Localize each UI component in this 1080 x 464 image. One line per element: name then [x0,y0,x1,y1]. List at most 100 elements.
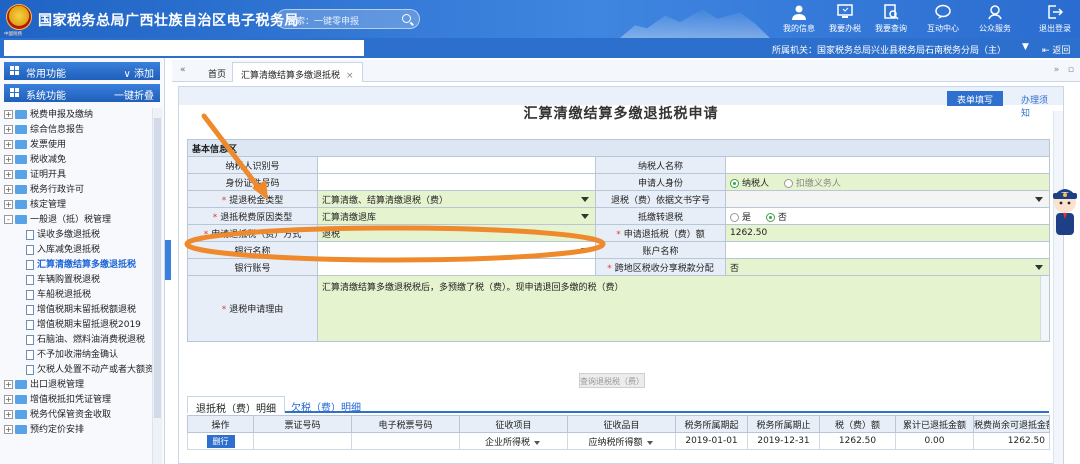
nav-public-service[interactable]: 公众服务 [972,2,1018,36]
common-functions-header[interactable]: 常用功能 ∨ 添加 [4,62,160,80]
sidebar-item[interactable]: + 税务行政许可 [4,183,152,198]
taxpayer-name-field[interactable] [724,156,1051,174]
id-doc-field[interactable] [317,173,596,191]
expand-icon[interactable]: + [4,185,13,194]
delete-row-button[interactable]: 删行 [206,434,235,448]
nav-label: 我的信息 [783,24,815,33]
source-type-select[interactable]: 汇算清缴退库 [317,207,596,225]
expand-icon[interactable]: + [4,170,13,179]
sidebar-item[interactable]: + 发票使用 [4,138,152,153]
folder-icon [15,380,27,389]
document-icon [26,334,34,345]
expand-icon[interactable]: + [4,200,13,209]
bank-name-select[interactable] [317,241,596,259]
content-scrollbar[interactable] [1053,111,1063,464]
sidebar-item[interactable]: 不予加收滞纳金确认 [4,348,152,363]
sub-item-cell[interactable]: 应纳税所得额 [567,432,676,450]
sidebar-item[interactable]: + 增值税抵扣凭证管理 [4,393,152,408]
sidebar-scrollbar[interactable] [152,108,162,464]
nav-label: 我要查询 [875,24,907,33]
query-refund-button[interactable]: 查询退税税（费） [579,373,645,388]
search-input[interactable]: 搜索：一键零申报 [276,9,420,29]
basis-doc-label: 退税（费）依据文书字号 [595,190,726,208]
sidebar-item[interactable]: + 证明开具 [4,168,152,183]
sidebar-item[interactable]: 入库减免退抵税 [4,243,152,258]
cross-region-select[interactable]: 否 [724,258,1051,276]
account-name-field[interactable] [724,241,1051,259]
sidebar-item[interactable]: + 税费申报及缴纳 [4,108,152,123]
sidebar-item[interactable]: + 税务代保管资金收取 [4,408,152,423]
amount-field[interactable]: 1262.50 [724,224,1051,242]
refund-type-select[interactable]: 汇算清缴、结算清缴退税（费） [317,190,596,208]
sidebar-item[interactable]: 车辆购置税退税 [4,273,152,288]
tabs-scroll-left-icon[interactable]: « [180,65,186,75]
expand-icon[interactable]: + [4,140,13,149]
col-header: 征收项目 [459,415,568,433]
sidebar-item[interactable]: + 核定管理 [4,198,152,213]
expand-icon[interactable]: + [4,110,13,119]
sidebar-item-label: 证明开具 [30,170,67,180]
sidebar-item[interactable]: + 预约定价安排 [4,423,152,438]
service-icon [988,5,1002,20]
nav-query[interactable]: 我要查询 [868,2,914,36]
radio-offset-no[interactable]: 否 [765,212,787,223]
back-button[interactable]: ⇤ 返回 [1042,43,1070,56]
tab-arrears-details[interactable]: 欠税（费）明细 [283,396,369,414]
add-common-button[interactable]: ∨ 添加 [124,65,155,80]
expand-icon[interactable]: + [4,125,13,134]
nav-label: 我要办税 [829,24,861,33]
document-icon [26,244,34,255]
section-basic-info: 基本信息区 [186,139,1051,157]
sidebar-collapse-handle[interactable] [165,240,171,280]
nav-logout[interactable]: 退出登录 [1032,2,1078,36]
sidebar-item[interactable]: 增值税期末留抵税额退税 [4,303,152,318]
system-functions-header[interactable]: 系统功能 一键折叠 [4,84,160,102]
sidebar-item-label: 增值税期末留抵税额退税 [37,305,137,315]
sidebar-item[interactable]: 增值税期末留抵退税2019 [4,318,152,333]
collapse-all-button[interactable]: 一键折叠 [114,87,154,102]
expand-icon[interactable]: + [4,410,13,419]
sidebar-item[interactable]: 误收多缴退抵税 [4,228,152,243]
sidebar-item[interactable]: 车船税退抵税 [4,288,152,303]
taxpayer-id-label: 纳税人识别号 [187,156,318,174]
tab-current[interactable]: 汇算清缴结算多缴退抵税 × [232,62,363,82]
radio-offset-yes[interactable]: 是 [730,212,751,223]
nav-label: 退出登录 [1039,24,1071,33]
collapse-icon[interactable]: - [4,215,13,224]
expand-icon[interactable]: + [4,425,13,434]
sidebar-item-label: 一般退（抵）税管理 [30,215,112,225]
basis-doc-select[interactable] [724,190,1051,208]
expand-icon[interactable]: + [4,155,13,164]
chevron-down-icon[interactable]: ▼ [1022,42,1029,52]
expand-icon[interactable]: + [4,395,13,404]
reason-scrollbar[interactable] [1040,276,1049,340]
sidebar-item-label: 车辆购置税退税 [37,275,101,285]
sidebar-item[interactable]: - 一般退（抵）税管理 [4,213,152,228]
method-field[interactable]: 退税 [317,224,596,242]
radio-withholding-agent[interactable]: 扣缴义务人 [783,178,841,189]
item-cell[interactable]: 企业所得税 [459,432,568,450]
assistant-mascot-icon[interactable] [1050,188,1080,238]
folder-icon [15,140,27,149]
tab-home[interactable]: 首页 [200,62,234,82]
sidebar-item[interactable]: + 出口退税管理 [4,378,152,393]
nav-do-tax[interactable]: 我要办税 [822,2,868,36]
radio-taxpayer[interactable]: 纳税人 [730,178,769,189]
sidebar-item[interactable]: + 综合信息报告 [4,123,152,138]
sidebar-item-label: 发票使用 [30,140,67,150]
bank-account-field[interactable] [317,258,596,276]
sidebar-item[interactable]: 汇算清缴结算多缴退抵税 [4,258,152,273]
tabs-scroll-right-icon[interactable]: » ▫ [1054,65,1074,75]
taxpayer-id-field[interactable] [317,156,596,174]
search-icon[interactable] [402,14,411,23]
sidebar-item[interactable]: 石脑油、燃料油消费税退税 [4,333,152,348]
bank-name-label: 银行名称 [187,241,318,259]
close-icon[interactable]: × [346,71,354,81]
tab-refund-details[interactable]: 退抵税（费）明细 [187,396,285,415]
reason-textarea[interactable]: 汇算清缴结算多缴退税税后，多预缴了税（费）。现申请退回多缴的税（费） [316,275,1051,342]
sidebar-item[interactable]: 欠税人处置不动产或者大额资产报告 [4,363,152,378]
nav-interaction[interactable]: 互动中心 [920,2,966,36]
sidebar-item[interactable]: + 税收减免 [4,153,152,168]
expand-icon[interactable]: + [4,380,13,389]
nav-my-info[interactable]: 我的信息 [776,2,822,36]
